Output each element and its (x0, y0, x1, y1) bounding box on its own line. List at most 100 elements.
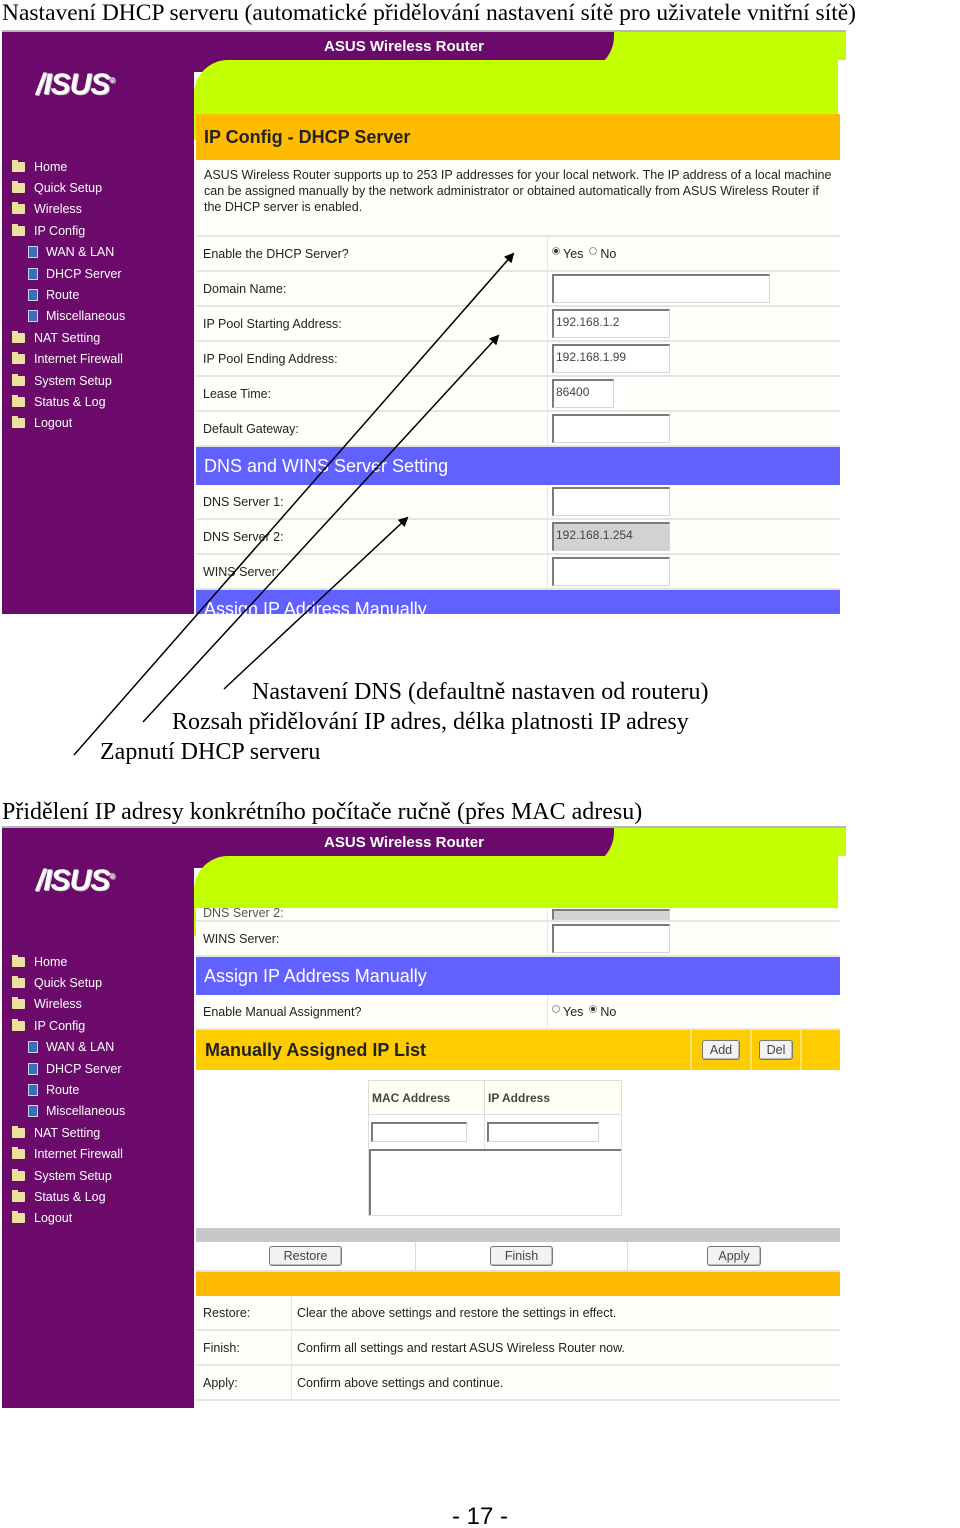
enable-dhcp-row: Enable the DHCP Server? Yes No (196, 237, 840, 272)
del-button[interactable]: Del (758, 1040, 794, 1060)
folder-open-icon (12, 1018, 25, 1031)
nav-item-miscellaneous[interactable]: Miscellaneous (12, 1101, 125, 1122)
restore-button[interactable]: Restore (268, 1246, 343, 1266)
lease-time-input[interactable]: 86400 (552, 379, 614, 408)
nav-item-status-log[interactable]: Status & Log (12, 391, 125, 412)
nav-item-logout[interactable]: Logout (12, 1208, 125, 1229)
document-heading-manual: Přidělení IP adresy konkrétního počítače… (2, 799, 643, 825)
nav-item-system-setup[interactable]: System Setup (12, 1165, 125, 1186)
nav-item-wan-lan[interactable]: WAN & LAN (12, 242, 125, 263)
annotation-dns: Nastavení DNS (defaultně nastaven od rou… (252, 679, 709, 705)
page-description: ASUS Wireless Router supports up to 253 … (196, 160, 840, 237)
mac-address-input[interactable] (371, 1122, 467, 1142)
ip-address-input[interactable] (487, 1122, 599, 1142)
folder-icon (12, 954, 25, 967)
asus-logo: /ISUS® (36, 864, 115, 897)
router-title: ASUS Wireless Router (324, 38, 484, 55)
sidebar-nav: Home Quick Setup Wireless IP Config WAN … (12, 156, 125, 434)
page-icon (28, 267, 38, 280)
help-row-restore: Restore: Clear the above settings and re… (196, 1296, 840, 1331)
folder-icon (12, 976, 25, 989)
page-icon (28, 1062, 38, 1075)
nav-item-status-log[interactable]: Status & Log (12, 1186, 125, 1207)
page-icon (28, 1084, 38, 1097)
nav-item-logout[interactable]: Logout (12, 413, 125, 434)
router-screenshot-manual: ASUS Wireless Router /ISUS® Home Quick S… (2, 826, 846, 1408)
pool-start-row: IP Pool Starting Address: 192.168.1.2 (196, 307, 840, 342)
gateway-input[interactable] (552, 414, 670, 443)
page-title: IP Config - DHCP Server (196, 114, 840, 160)
wins-input[interactable] (552, 557, 670, 586)
manual-yes-radio[interactable]: Yes (552, 1004, 583, 1019)
nav-item-ip-config[interactable]: IP Config (12, 220, 125, 241)
folder-icon (12, 1189, 25, 1202)
nav-item-internet-firewall[interactable]: Internet Firewall (12, 349, 125, 370)
folder-icon (12, 1211, 25, 1224)
dhcp-form: IP Config - DHCP Server ASUS Wireless Ro… (196, 114, 840, 614)
router-title: ASUS Wireless Router (324, 834, 484, 851)
folder-icon (12, 202, 25, 215)
domain-name-input[interactable] (552, 274, 770, 303)
dns1-row: DNS Server 1: (196, 485, 840, 520)
nav-item-wireless[interactable]: Wireless (12, 199, 125, 220)
sidebar-nav: Home Quick Setup Wireless IP Config WAN … (12, 951, 125, 1229)
action-buttons-row: Restore Finish Apply (196, 1242, 840, 1272)
router-screenshot-dhcp: ASUS Wireless Router /ISUS® Home Quick S… (2, 30, 846, 614)
column-header-ip: IP Address (488, 1091, 551, 1105)
nav-item-home[interactable]: Home (12, 951, 125, 972)
manual-no-radio[interactable]: No (589, 1004, 616, 1019)
pool-end-input[interactable]: 192.168.1.99 (552, 344, 670, 373)
folder-icon (12, 181, 25, 194)
pool-start-input[interactable]: 192.168.1.2 (552, 309, 670, 338)
dhcp-yes-radio[interactable]: Yes (552, 246, 583, 261)
nav-item-wan-lan[interactable]: WAN & LAN (12, 1037, 125, 1058)
folder-icon (12, 416, 25, 429)
column-header-mac: MAC Address (369, 1081, 485, 1114)
folder-icon (12, 394, 25, 407)
manual-assign-form: DNS Server 2: WINS Server: Assign IP Add… (196, 908, 840, 1401)
finish-button[interactable]: Finish (489, 1246, 554, 1266)
dns2-row: DNS Server 2: 192.168.1.254 (196, 520, 840, 555)
dns2-row-partial: DNS Server 2: (196, 908, 840, 922)
nav-item-wireless[interactable]: Wireless (12, 994, 125, 1015)
manual-list-table: MAC Address IP Address (368, 1080, 622, 1216)
gateway-row: Default Gateway: (196, 412, 840, 447)
nav-item-miscellaneous[interactable]: Miscellaneous (12, 306, 125, 327)
add-button[interactable]: Add (701, 1040, 741, 1060)
nav-item-nat-setting[interactable]: NAT Setting (12, 1122, 125, 1143)
nav-item-dhcp-server[interactable]: DHCP Server (12, 263, 125, 284)
help-row-finish: Finish: Confirm all settings and restart… (196, 1331, 840, 1366)
nav-item-internet-firewall[interactable]: Internet Firewall (12, 1144, 125, 1165)
folder-icon (12, 1125, 25, 1138)
apply-button[interactable]: Apply (707, 1246, 761, 1266)
nav-item-system-setup[interactable]: System Setup (12, 370, 125, 391)
manual-list-area: MAC Address IP Address (196, 1070, 840, 1228)
manual-section-header: Assign IP Address Manually (196, 957, 840, 995)
dns1-input[interactable] (552, 487, 670, 516)
page-icon (28, 1105, 38, 1118)
nav-item-nat-setting[interactable]: NAT Setting (12, 327, 125, 348)
enable-manual-row: Enable Manual Assignment? Yes No (196, 995, 840, 1030)
annotation-enable-dhcp: Zapnutí DHCP serveru (100, 739, 321, 765)
nav-item-home[interactable]: Home (12, 156, 125, 177)
help-row-apply: Apply: Confirm above settings and contin… (196, 1366, 840, 1401)
page-icon (28, 310, 38, 323)
nav-item-quick-setup[interactable]: Quick Setup (12, 972, 125, 993)
annotation-ip-range: Rozsah přidělování IP adres, délka platn… (172, 709, 689, 735)
nav-item-ip-config[interactable]: IP Config (12, 1015, 125, 1036)
nav-item-route[interactable]: Route (12, 1079, 125, 1100)
manual-list-header: Manually Assigned IP List Add Del (196, 1030, 840, 1070)
manual-list-title: Manually Assigned IP List (205, 1039, 427, 1060)
wins-input[interactable] (552, 924, 670, 953)
nav-item-quick-setup[interactable]: Quick Setup (12, 177, 125, 198)
dns2-input[interactable]: 192.168.1.254 (552, 522, 670, 551)
lease-time-row: Lease Time: 86400 (196, 377, 840, 412)
folder-icon (12, 330, 25, 343)
nav-item-route[interactable]: Route (12, 284, 125, 305)
wins-row: WINS Server: (196, 922, 840, 957)
manual-list-box[interactable] (369, 1149, 621, 1215)
nav-item-dhcp-server[interactable]: DHCP Server (12, 1058, 125, 1079)
folder-icon (12, 373, 25, 386)
dhcp-no-radio[interactable]: No (589, 246, 616, 261)
dns-section-header: DNS and WINS Server Setting (196, 447, 840, 485)
